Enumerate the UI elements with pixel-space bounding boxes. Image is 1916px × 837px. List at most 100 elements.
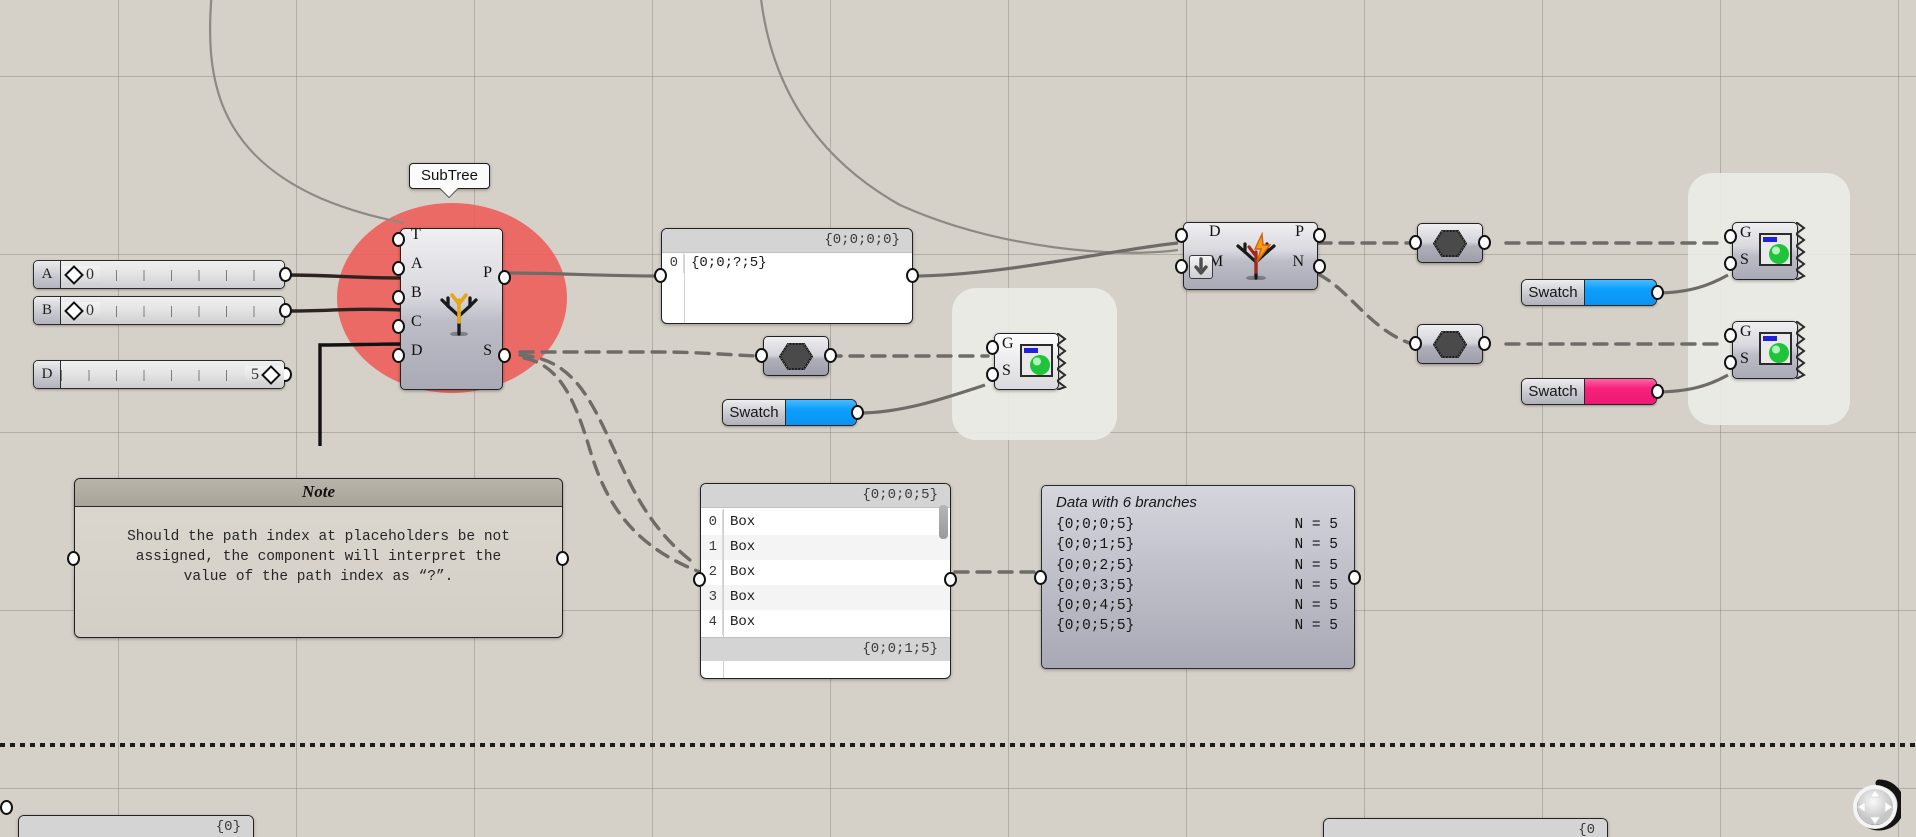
subtree-output-port-p[interactable] — [498, 270, 511, 285]
custom-preview-right-top-input-port-s[interactable] — [1724, 256, 1737, 271]
mesh-param-mid-output-port[interactable] — [824, 348, 837, 363]
subtree-output-port-s[interactable] — [498, 348, 511, 363]
swatch-right-bottom-output-port[interactable] — [1651, 384, 1664, 399]
swatch-center-color[interactable] — [786, 400, 856, 425]
down-arrow-icon[interactable] — [1189, 255, 1213, 279]
note-panel[interactable]: Note Should the path index at placeholde… — [74, 478, 563, 638]
slider-a[interactable]: A 0 — [33, 260, 285, 289]
hexagon-mesh-icon — [1433, 331, 1467, 358]
custom-preview-center-input-port-g[interactable] — [986, 340, 999, 355]
custom-preview-right-bottom-input-port-s[interactable] — [1724, 355, 1737, 370]
slider-d-knob[interactable]: 5 — [245, 364, 284, 385]
explode-tree-input-label-d: D — [1209, 223, 1221, 240]
mesh-param-top-output-port[interactable] — [1478, 235, 1491, 250]
explode-tree-input-port-m[interactable] — [1175, 259, 1188, 274]
swatch-center[interactable]: Swatch — [722, 399, 857, 426]
swatch-right-top-output-port[interactable] — [1651, 285, 1664, 300]
slider-d-tag: D — [34, 361, 61, 388]
explode-tree-component[interactable]: D M P N — [1175, 222, 1326, 290]
table-row: 3 Box — [701, 585, 950, 610]
custom-preview-right-top[interactable]: G S — [1724, 222, 1806, 280]
custom-preview-right-top-label-g: G — [1740, 224, 1752, 241]
mesh-param-bottom[interactable] — [1409, 324, 1491, 364]
swatch-right-top[interactable]: Swatch — [1521, 279, 1657, 306]
path-panel-output-port[interactable] — [906, 268, 919, 283]
box-panel-output-port[interactable] — [944, 572, 957, 587]
panel-bottom-left-header: {0} — [19, 816, 253, 837]
slider-a-output-port[interactable] — [279, 267, 292, 282]
table-row: 0 Box — [701, 510, 950, 535]
slider-b-output-port[interactable] — [279, 303, 292, 318]
slider-b[interactable]: B 0 — [33, 296, 285, 325]
custom-preview-right-top-input-port-g[interactable] — [1724, 229, 1737, 244]
mesh-param-top-input-port[interactable] — [1409, 235, 1422, 250]
branch-panel-output-port[interactable] — [1348, 570, 1361, 585]
swatch-right-bottom-color[interactable] — [1585, 379, 1656, 404]
custom-preview-center-input-port-s[interactable] — [986, 367, 999, 382]
canvas-navigation-widget[interactable] — [1845, 777, 1901, 833]
slider-b-knob[interactable]: 0 — [61, 300, 100, 321]
explode-tree-input-port-d[interactable] — [1175, 228, 1188, 243]
branch-count: N = 5 — [1294, 537, 1338, 554]
slider-a-track[interactable]: 0 — [61, 261, 284, 288]
branch-path: {0;0;0;5} — [1056, 517, 1135, 533]
explode-tree-output-port-n[interactable] — [1313, 259, 1326, 274]
mesh-param-mid-input-port[interactable] — [755, 348, 768, 363]
slider-b-track[interactable]: 0 — [61, 297, 284, 324]
panel-bottom-right-header: {0 — [1324, 819, 1607, 837]
table-row: 1 Box — [701, 535, 950, 560]
subtree-tooltip: SubTree — [409, 163, 490, 189]
custom-preview-right-top-zigzag — [1796, 222, 1806, 280]
custom-preview-center[interactable]: G S — [986, 333, 1067, 390]
note-input-port[interactable] — [67, 551, 80, 566]
tree-lightning-icon — [1236, 232, 1276, 280]
box-panel-input-port[interactable] — [693, 572, 706, 587]
subtree-input-port-t[interactable] — [392, 232, 405, 247]
box-panel[interactable]: {0;0;0;5} 0 Box 1 Box 2 Box 3 Box 4 Box — [700, 483, 951, 679]
branch-count: N = 5 — [1294, 517, 1338, 533]
branch-count: N = 5 — [1294, 598, 1338, 615]
subtree-input-port-a[interactable] — [392, 261, 405, 276]
path-panel[interactable]: {0;0;0;0} 0 {0;0;?;5} — [661, 228, 913, 324]
branch-panel[interactable]: Data with 6 branches {0;0;0;5} N = 5 {0;… — [1041, 485, 1355, 669]
swatch-right-bottom[interactable]: Swatch — [1521, 378, 1657, 405]
subtree-output-label-s: S — [483, 342, 492, 359]
custom-preview-right-bottom-zigzag — [1796, 321, 1806, 379]
slider-d[interactable]: D 5 — [33, 360, 285, 389]
swatch-right-top-color[interactable] — [1585, 280, 1656, 305]
grasshopper-canvas[interactable]: .solid{fill:none;stroke:#6f6c68;stroke-w… — [0, 0, 1916, 837]
slider-b-tag: B — [34, 297, 61, 324]
subtree-tooltip-label: SubTree — [421, 167, 478, 184]
note-line-2: assigned, the component will interpret t… — [135, 549, 502, 565]
mesh-param-bottom-output-port[interactable] — [1478, 336, 1491, 351]
path-panel-input-port[interactable] — [654, 268, 667, 283]
subtree-input-label-d: D — [411, 342, 423, 359]
subtree-component[interactable]: T A B C D P S — [392, 226, 511, 390]
table-row: 2 Box — [701, 560, 950, 585]
mesh-param-bottom-input-port[interactable] — [1409, 336, 1422, 351]
swatch-center-output-port[interactable] — [851, 405, 864, 420]
subtree-input-port-d[interactable] — [392, 348, 405, 363]
custom-preview-right-bottom[interactable]: G S — [1724, 321, 1806, 379]
custom-preview-right-bottom-input-port-g[interactable] — [1724, 328, 1737, 343]
panel-bottom-left[interactable]: {0} — [18, 815, 254, 837]
branch-panel-input-port[interactable] — [1034, 570, 1047, 585]
note-output-port[interactable] — [556, 551, 569, 566]
note-line-3: value of the path index as “?”. — [183, 569, 454, 585]
mesh-param-mid[interactable] — [755, 336, 837, 376]
path-panel-header: {0;0;0;0} — [662, 229, 912, 253]
panel-bottom-left-scroll[interactable] — [0, 800, 13, 815]
box-panel-scrollbar[interactable] — [939, 505, 948, 539]
box-row-value: Box — [730, 564, 756, 580]
slider-a-knob[interactable]: 0 — [61, 264, 100, 285]
table-row: 4 Box — [701, 610, 950, 635]
slider-d-track[interactable]: 5 — [61, 361, 284, 388]
panel-bottom-right[interactable]: {0 — [1323, 818, 1608, 837]
subtree-input-port-b[interactable] — [392, 290, 405, 305]
explode-tree-output-port-p[interactable] — [1313, 228, 1326, 243]
mesh-param-top[interactable] — [1409, 223, 1491, 263]
slider-d-value: 5 — [251, 365, 259, 383]
note-line-1: Should the path index at placeholders be… — [127, 529, 510, 545]
swatch-right-top-label: Swatch — [1522, 280, 1585, 305]
subtree-input-port-c[interactable] — [392, 319, 405, 334]
